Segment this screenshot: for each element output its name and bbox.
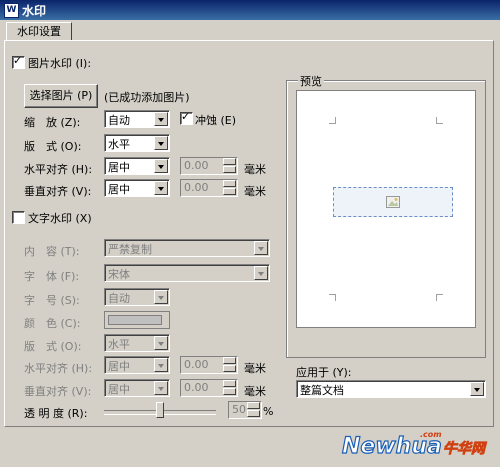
size-select[interactable]: 自动 bbox=[104, 288, 170, 306]
font-label: 字 体 (F): bbox=[24, 270, 80, 283]
text-layout-select[interactable]: 水平 bbox=[104, 334, 170, 352]
picture-status-text: (已成功添加图片) bbox=[104, 91, 190, 104]
text-valign-select[interactable]: 居中 bbox=[104, 379, 170, 397]
spin-down-icon[interactable] bbox=[247, 410, 260, 417]
preview-label: 预览 bbox=[298, 73, 324, 89]
apply-to-label: 应用于 (Y): bbox=[296, 366, 352, 379]
spin-down-icon[interactable] bbox=[223, 365, 236, 372]
text-halign-offset-value: 0.00 bbox=[184, 358, 209, 371]
spin-up-icon[interactable] bbox=[223, 357, 236, 364]
preview-page bbox=[296, 90, 476, 328]
svg-text:牛华网: 牛华网 bbox=[443, 440, 487, 457]
washout-label: 冲蚀 (E) bbox=[195, 114, 237, 127]
spin-up-icon[interactable] bbox=[247, 402, 260, 409]
picture-halign-offset[interactable]: 0.00 bbox=[180, 157, 238, 175]
tab-watermark-settings[interactable]: 水印设置 bbox=[6, 22, 72, 41]
text-valign-label: 垂直对齐 (V): bbox=[24, 385, 92, 398]
text-watermark-label: 文字水印 (X) bbox=[28, 212, 92, 225]
text-halign-value: 居中 bbox=[108, 360, 130, 373]
font-select[interactable]: 宋体 bbox=[104, 264, 270, 282]
svg-text:.com: .com bbox=[420, 430, 442, 439]
scale-select[interactable]: 自动 bbox=[104, 110, 170, 128]
picture-valign-offset[interactable]: 0.00 bbox=[180, 179, 238, 197]
picture-valign-offset-value: 0.00 bbox=[184, 181, 209, 194]
transparency-label: 透 明 度 (R): bbox=[24, 407, 88, 420]
watermark-preview-box bbox=[333, 187, 453, 217]
select-picture-button[interactable]: 选择图片 (P) bbox=[24, 84, 98, 108]
text-valign-unit: 毫米 bbox=[244, 385, 266, 398]
chevron-down-icon[interactable] bbox=[254, 241, 268, 255]
text-valign-offset[interactable]: 0.00 bbox=[180, 379, 238, 397]
chevron-down-icon[interactable] bbox=[154, 159, 168, 173]
chevron-down-icon[interactable] bbox=[154, 336, 168, 350]
picture-halign-unit: 毫米 bbox=[244, 163, 266, 176]
app-icon: W bbox=[4, 3, 19, 18]
scale-value: 自动 bbox=[108, 114, 130, 127]
text-halign-select[interactable]: 居中 bbox=[104, 356, 170, 374]
chevron-down-icon[interactable] bbox=[470, 382, 484, 396]
font-value: 宋体 bbox=[108, 268, 130, 281]
transparency-input[interactable]: 50 bbox=[228, 401, 262, 419]
text-valign-offset-value: 0.00 bbox=[184, 381, 209, 394]
picture-layout-select[interactable]: 水平 bbox=[104, 134, 170, 152]
corner-mark bbox=[436, 117, 443, 124]
corner-mark bbox=[436, 294, 443, 301]
washout-checkbox[interactable] bbox=[180, 110, 193, 125]
text-halign-unit: 毫米 bbox=[244, 362, 266, 375]
spin-down-icon[interactable] bbox=[223, 166, 236, 173]
text-watermark-checkbox[interactable] bbox=[12, 211, 25, 224]
spin-up-icon[interactable] bbox=[223, 180, 236, 187]
apply-to-select[interactable]: 整篇文档 bbox=[296, 380, 486, 398]
picture-watermark-checkbox[interactable] bbox=[12, 54, 25, 69]
color-picker[interactable] bbox=[104, 311, 170, 329]
picture-valign-value: 居中 bbox=[108, 183, 130, 196]
chevron-down-icon[interactable] bbox=[154, 290, 168, 304]
picture-valign-label: 垂直对齐 (V): bbox=[24, 185, 92, 198]
transparency-value: 50 bbox=[232, 403, 246, 416]
picture-layout-label: 版 式 (O): bbox=[24, 140, 82, 153]
title-bar[interactable]: W 水印 bbox=[0, 0, 500, 20]
scale-label: 缩 放 (Z): bbox=[24, 116, 81, 129]
newhua-logo-graphic: Newhua .com 牛华网 bbox=[341, 430, 487, 460]
content-value: 严禁复制 bbox=[108, 243, 152, 256]
text-valign-value: 居中 bbox=[108, 383, 130, 396]
color-swatch bbox=[108, 315, 162, 325]
picture-halign-offset-value: 0.00 bbox=[184, 159, 209, 172]
text-layout-label: 版 式 (O): bbox=[24, 340, 82, 353]
text-halign-offset[interactable]: 0.00 bbox=[180, 356, 238, 374]
size-label: 字 号 (S): bbox=[24, 294, 80, 307]
color-label: 颜 色 (C): bbox=[24, 317, 81, 330]
picture-halign-label: 水平对齐 (H): bbox=[24, 163, 93, 176]
spin-down-icon[interactable] bbox=[223, 188, 236, 195]
size-value: 自动 bbox=[108, 292, 130, 305]
transparency-slider-thumb[interactable] bbox=[156, 402, 164, 418]
image-icon bbox=[386, 196, 400, 208]
spin-up-icon[interactable] bbox=[223, 158, 236, 165]
picture-watermark-label: 图片水印 (I): bbox=[28, 57, 92, 70]
window-title: 水印 bbox=[22, 4, 47, 18]
spin-down-icon[interactable] bbox=[223, 388, 236, 395]
picture-valign-select[interactable]: 居中 bbox=[104, 179, 170, 197]
corner-mark bbox=[329, 117, 336, 124]
spin-up-icon[interactable] bbox=[223, 380, 236, 387]
chevron-down-icon[interactable] bbox=[154, 136, 168, 150]
chevron-down-icon[interactable] bbox=[154, 381, 168, 395]
content-label: 内 容 (T): bbox=[24, 245, 80, 258]
text-layout-value: 水平 bbox=[108, 338, 130, 351]
transparency-unit: % bbox=[263, 405, 274, 418]
chevron-down-icon[interactable] bbox=[154, 181, 168, 195]
text-halign-label: 水平对齐 (H): bbox=[24, 362, 93, 375]
content-select[interactable]: 严禁复制 bbox=[104, 239, 270, 257]
picture-layout-value: 水平 bbox=[108, 138, 130, 151]
chevron-down-icon[interactable] bbox=[254, 266, 268, 280]
picture-halign-select[interactable]: 居中 bbox=[104, 157, 170, 175]
corner-mark bbox=[329, 294, 336, 301]
newhua-logo: Newhua .com 牛华网 bbox=[340, 428, 494, 460]
chevron-down-icon[interactable] bbox=[154, 112, 168, 126]
picture-valign-unit: 毫米 bbox=[244, 185, 266, 198]
chevron-down-icon[interactable] bbox=[154, 358, 168, 372]
apply-to-value: 整篇文档 bbox=[300, 384, 344, 397]
picture-halign-value: 居中 bbox=[108, 161, 130, 174]
